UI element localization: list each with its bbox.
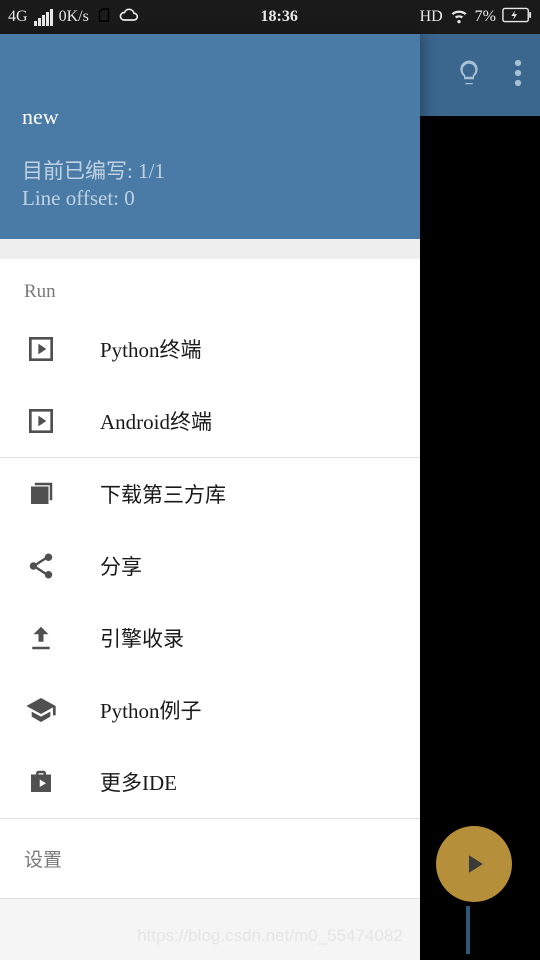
clock: 18:36 [139, 8, 420, 26]
sim-icon [95, 6, 113, 29]
nav-indicator [466, 906, 470, 954]
run-section: Run Python终端 Android终端 [0, 259, 420, 458]
menu-engine-index[interactable]: 引擎收录 [0, 602, 420, 674]
status-bar: 4G 0K/s 18:36 HD 7% [0, 0, 540, 34]
menu-label: Python终端 [100, 334, 202, 364]
line-offset: Line offset: 0 [22, 185, 398, 212]
wifi-icon [449, 5, 469, 30]
net-speed: 0K/s [59, 8, 89, 26]
run-fab[interactable] [436, 826, 512, 902]
signal-icon [34, 9, 53, 26]
menu-python-examples[interactable]: Python例子 [0, 674, 420, 746]
upload-icon [24, 621, 58, 655]
run-title: Run [0, 259, 420, 313]
bulb-icon[interactable] [454, 58, 484, 93]
menu-label: Python例子 [100, 695, 202, 725]
settings-title[interactable]: 设置 [0, 819, 420, 898]
play-box-icon [24, 404, 58, 438]
navigation-drawer: new 目前已编写: 1/1 Line offset: 0 Run Python… [0, 34, 420, 960]
drawer-header: new 目前已编写: 1/1 Line offset: 0 [0, 34, 420, 239]
menu-label: 引擎收录 [100, 623, 184, 653]
menu-label: 下载第三方库 [100, 479, 226, 509]
more-icon[interactable] [514, 58, 522, 93]
battery-icon [502, 7, 532, 28]
status-right: HD 7% [420, 5, 532, 30]
menu-more-ide[interactable]: 更多IDE [0, 746, 420, 818]
current-file: new [22, 104, 398, 130]
status-left: 4G 0K/s [8, 5, 139, 30]
play-box-icon [24, 332, 58, 366]
school-icon [24, 693, 58, 727]
cloud-icon [119, 5, 139, 30]
share-icon [24, 549, 58, 583]
battery-pct: 7% [475, 8, 496, 26]
menu-android-terminal[interactable]: Android终端 [0, 385, 420, 457]
menu-label: 分享 [100, 551, 142, 581]
menu-python-terminal[interactable]: Python终端 [0, 313, 420, 385]
edited-count: 目前已编写: 1/1 [22, 158, 398, 185]
menu-share[interactable]: 分享 [0, 530, 420, 602]
hd-indicator: HD [420, 8, 443, 26]
play-icon [459, 849, 489, 879]
menu-download-libs[interactable]: 下载第三方库 [0, 458, 420, 530]
settings-section: 设置 [0, 819, 420, 899]
menu-label: Android终端 [100, 406, 212, 436]
menu-label: 更多IDE [100, 767, 177, 797]
library-icon [24, 477, 58, 511]
main-section: 下载第三方库 分享 引擎收录 Python例子 更多IDE [0, 458, 420, 819]
briefcase-play-icon [24, 765, 58, 799]
network-type: 4G [8, 8, 28, 26]
